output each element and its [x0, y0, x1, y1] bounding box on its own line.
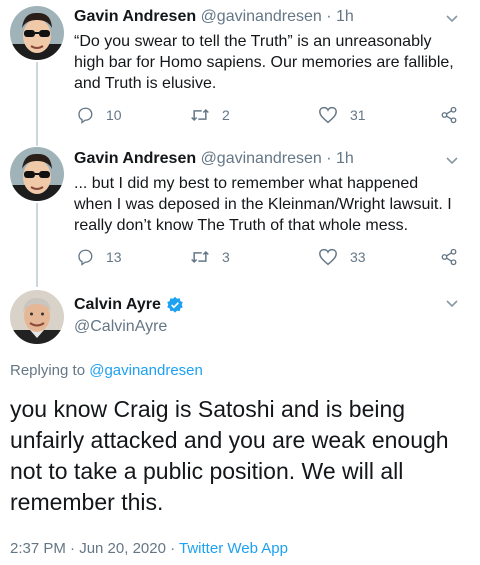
main-tweet-text: you know Craig is Satoshi and is being u… [10, 396, 449, 515]
chevron-down-icon[interactable] [444, 152, 460, 168]
retweet-count: 2 [222, 107, 230, 123]
reply-icon [78, 249, 93, 266]
share-icon[interactable] [440, 248, 458, 266]
source-link[interactable]: Twitter Web App [179, 540, 288, 557]
replying-to-link[interactable]: @gavinandresen [89, 362, 203, 379]
reply-count: 10 [106, 107, 122, 123]
tweet-meta: 2:37 PM · Jun 20, 2020 · Twitter Web App [10, 540, 288, 557]
like-count: 33 [350, 249, 366, 265]
retweet-icon [191, 108, 209, 122]
separator: · [326, 8, 332, 25]
like-button[interactable]: 33 [318, 248, 366, 266]
author-handle[interactable]: @gavinandresen [201, 150, 322, 167]
avatar[interactable] [10, 290, 64, 344]
tweet-text: ... but I did my best to remember what h… [74, 175, 452, 234]
avatar[interactable] [10, 147, 64, 201]
retweet-icon [191, 250, 209, 264]
retweet-count: 3 [222, 249, 230, 265]
heart-icon [319, 106, 337, 124]
share-icon[interactable] [440, 106, 458, 124]
heart-icon [319, 248, 337, 266]
reply-button[interactable]: 13 [76, 248, 122, 266]
main-author[interactable]: Calvin Ayre [74, 296, 184, 314]
retweet-button[interactable]: 2 [190, 106, 230, 124]
reply-count: 13 [106, 249, 122, 265]
reply-button[interactable]: 10 [76, 106, 122, 124]
replying-to: Replying to @gavinandresen [10, 362, 203, 379]
chevron-down-icon[interactable] [444, 10, 460, 26]
tweet-time[interactable]: 1h [336, 8, 354, 25]
author-name[interactable]: Gavin Andresen [74, 8, 196, 25]
like-button[interactable]: 31 [318, 106, 366, 124]
tweet-time[interactable]: 1h [336, 150, 354, 167]
avatar[interactable] [10, 6, 64, 60]
thread-line [36, 62, 38, 146]
author-name[interactable]: Gavin Andresen [74, 150, 196, 167]
thread-line [36, 203, 38, 287]
chevron-down-icon[interactable] [444, 295, 460, 311]
like-count: 31 [350, 107, 366, 123]
tweet-author[interactable]: Gavin Andresen @gavinandresen · 1h [74, 150, 354, 168]
tweet-author[interactable]: Gavin Andresen @gavinandresen · 1h [74, 8, 354, 26]
separator: · [326, 150, 332, 167]
reply-icon [78, 107, 93, 124]
author-name[interactable]: Calvin Ayre [74, 296, 161, 314]
author-handle[interactable]: @gavinandresen [201, 8, 322, 25]
retweet-button[interactable]: 3 [190, 248, 230, 266]
author-handle[interactable]: @CalvinAyre [74, 318, 167, 336]
timestamp[interactable]: 2:37 PM · Jun 20, 2020 · [10, 540, 175, 557]
verified-badge-icon [167, 296, 183, 313]
tweet-text: “Do you swear to tell the Truth” is an u… [74, 33, 454, 92]
replying-prefix: Replying to [10, 362, 86, 379]
